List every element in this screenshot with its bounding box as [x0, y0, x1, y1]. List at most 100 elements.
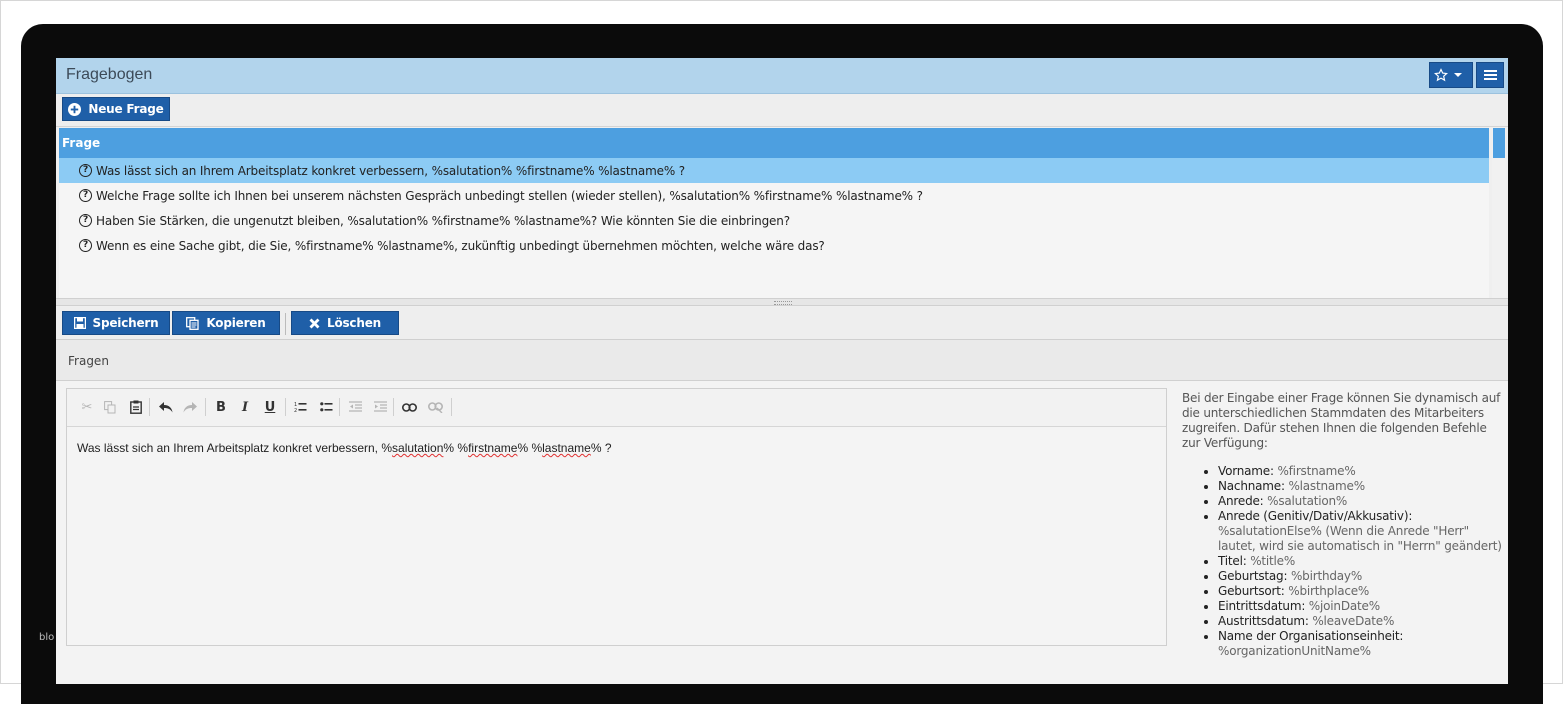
- list-item: Geburtstag: %birthday%: [1218, 569, 1504, 584]
- copy-doc-icon[interactable]: [102, 399, 118, 415]
- question-text: Haben Sie Stärken, die ungenutzt bleiben…: [96, 213, 790, 228]
- delete-button[interactable]: Löschen: [291, 311, 399, 335]
- copy-icon: [186, 316, 200, 330]
- section-title: Fragen: [68, 354, 109, 368]
- cut-icon[interactable]: ✂: [79, 399, 95, 415]
- list-item: Eintrittsdatum: %joinDate%: [1218, 599, 1504, 614]
- list-item: Name der Organisationseinheit: %organiza…: [1218, 629, 1504, 659]
- paste-icon[interactable]: [128, 399, 144, 415]
- toolbar-separator: [339, 398, 340, 416]
- form-content: ✂ B I U 12 Was lässt sich an Ihrem Arbei…: [56, 381, 1508, 684]
- link-icon[interactable]: [401, 399, 417, 415]
- placeholder-label: Vorname:: [1218, 464, 1274, 478]
- placeholder-label: Austrittsdatum:: [1218, 614, 1309, 628]
- placeholder-code: %organizationUnitName%: [1218, 644, 1371, 658]
- editor-token-firstname: firstname: [468, 441, 518, 455]
- placeholder-label: Anrede (Genitiv/Dativ/Akkusativ):: [1218, 509, 1413, 523]
- floppy-disk-icon: [73, 317, 86, 329]
- close-icon: [309, 318, 320, 328]
- svg-text:2: 2: [294, 408, 297, 413]
- bullet-list-icon[interactable]: [318, 399, 334, 415]
- placeholder-label: Name der Organisationseinheit:: [1218, 629, 1404, 643]
- list-item: Titel: %title%: [1218, 554, 1504, 569]
- save-label: Speichern: [92, 316, 159, 330]
- editor-token-salutation: salutation: [392, 441, 444, 455]
- rich-text-editor: ✂ B I U 12 Was lässt sich an Ihrem Arbei…: [66, 388, 1167, 646]
- list-item[interactable]: ? Was lässt sich an Ihrem Arbeitsplatz k…: [59, 158, 1489, 183]
- copy-button[interactable]: Kopieren: [172, 311, 280, 335]
- new-question-button[interactable]: Neue Frage: [62, 97, 170, 121]
- save-button[interactable]: Speichern: [62, 311, 170, 335]
- question-text: Wenn es eine Sache gibt, die Sie, %first…: [96, 238, 825, 253]
- placeholder-label: Nachname:: [1218, 479, 1285, 493]
- underline-icon[interactable]: U: [262, 399, 278, 415]
- section-header: Fragen: [56, 340, 1508, 381]
- placeholder-code: %lastname%: [1288, 479, 1365, 493]
- new-question-label: Neue Frage: [88, 102, 164, 116]
- list-scrollbar[interactable]: [1492, 128, 1506, 298]
- bold-icon[interactable]: B: [213, 399, 229, 415]
- question-circle-icon: ?: [79, 214, 92, 227]
- list-item[interactable]: ? Welche Frage sollte ich Ihnen bei unse…: [59, 183, 1489, 208]
- placeholder-code: %birthday%: [1290, 569, 1363, 583]
- help-panel: Bei der Eingabe einer Frage können Sie d…: [1182, 391, 1504, 659]
- ordered-list-icon[interactable]: 12: [292, 399, 308, 415]
- scrollbar-thumb[interactable]: [1493, 128, 1505, 158]
- question-circle-icon: ?: [79, 189, 92, 202]
- editor-text-separator: % %: [517, 441, 543, 455]
- question-circle-icon: ?: [79, 239, 92, 252]
- redo-icon[interactable]: [182, 399, 198, 415]
- header-bar: Fragebogen: [56, 58, 1508, 94]
- placeholder-code: %title%: [1250, 554, 1296, 568]
- toolbar-separator: [285, 313, 286, 335]
- undo-icon[interactable]: [158, 399, 174, 415]
- placeholder-label: Anrede:: [1218, 494, 1264, 508]
- caret-down-icon: [1454, 73, 1462, 77]
- app-window: Fragebogen Neue Frage Frage ? Was lässt …: [56, 58, 1508, 684]
- editor-text-suffix: % ?: [590, 441, 612, 455]
- help-intro: Bei der Eingabe einer Frage können Sie d…: [1182, 391, 1501, 450]
- plus-circle-icon: [68, 102, 82, 116]
- question-text: Welche Frage sollte ich Ihnen bei unsere…: [96, 188, 923, 203]
- list-item: Anrede: %salutation%: [1218, 494, 1504, 509]
- editor-content[interactable]: Was lässt sich an Ihrem Arbeitsplatz kon…: [77, 441, 612, 455]
- side-label: blo: [39, 632, 55, 643]
- list-item: Austrittsdatum: %leaveDate%: [1218, 614, 1504, 629]
- toolbar-separator: [393, 398, 394, 416]
- resize-splitter[interactable]: [56, 298, 1508, 306]
- placeholder-label: Geburtstag:: [1218, 569, 1288, 583]
- placeholder-code: %salutation%: [1267, 494, 1348, 508]
- list-item[interactable]: ? Wenn es eine Sache gibt, die Sie, %fir…: [59, 233, 1489, 258]
- favorite-dropdown-button[interactable]: [1429, 62, 1473, 88]
- splitter-grip-icon: [774, 301, 792, 305]
- editor-token-lastname: lastname: [542, 441, 591, 455]
- placeholder-code: %joinDate%: [1308, 599, 1380, 613]
- placeholder-list: Vorname: %firstname% Nachname: %lastname…: [1182, 464, 1504, 659]
- delete-label: Löschen: [327, 316, 381, 330]
- unlink-icon[interactable]: [427, 399, 443, 415]
- placeholder-code: %firstname%: [1277, 464, 1356, 478]
- question-circle-icon: ?: [79, 164, 92, 177]
- column-header-frage[interactable]: Frage: [59, 128, 1489, 158]
- editor-text-prefix: Was lässt sich an Ihrem Arbeitsplatz kon…: [77, 441, 393, 455]
- placeholder-label: Titel:: [1218, 554, 1247, 568]
- indent-icon[interactable]: [372, 399, 388, 415]
- italic-icon[interactable]: I: [237, 399, 253, 415]
- copy-label: Kopieren: [206, 316, 266, 330]
- toolbar-separator: [451, 398, 452, 416]
- list-item: Vorname: %firstname%: [1218, 464, 1504, 479]
- toolbar-separator: [285, 398, 286, 416]
- placeholder-code: %salutationElse%: [1218, 524, 1322, 538]
- editor-text-separator: % %: [443, 441, 469, 455]
- outdent-icon[interactable]: [347, 399, 363, 415]
- star-icon: [1434, 68, 1448, 82]
- toolbar-separator: [205, 398, 206, 416]
- placeholder-code: %birthplace%: [1288, 584, 1370, 598]
- placeholder-label: Eintrittsdatum:: [1218, 599, 1306, 613]
- menu-button[interactable]: [1476, 62, 1504, 88]
- placeholder-code: %leaveDate%: [1312, 614, 1395, 628]
- hamburger-icon: [1483, 70, 1497, 80]
- list-item[interactable]: ? Haben Sie Stärken, die ungenutzt bleib…: [59, 208, 1489, 233]
- list-toolbar: Neue Frage: [56, 94, 1508, 127]
- editor-toolbar: ✂ B I U 12: [67, 389, 1166, 427]
